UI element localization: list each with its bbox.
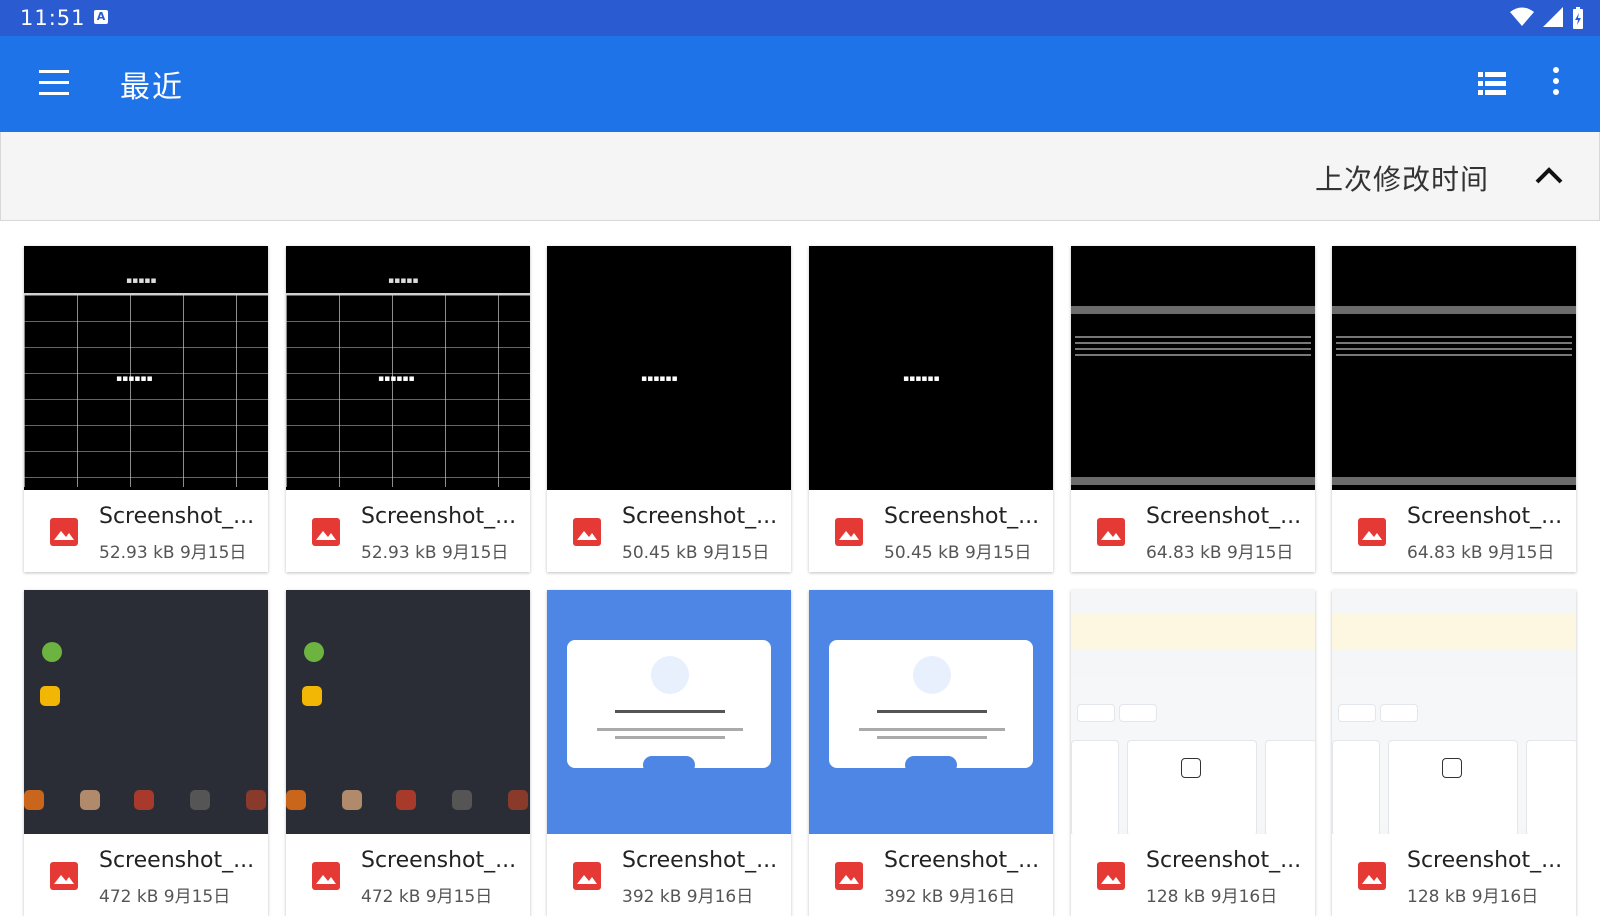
thumbnail-image: ▪▪▪▪▪ ▪▪▪▪▪▪ — [24, 246, 268, 490]
file-info: Screenshot_... 50.45 kB 9月15日 — [547, 490, 791, 572]
file-card[interactable]: Screenshot_... 392 kB 9月16日 — [547, 590, 791, 916]
file-name: Screenshot_... — [361, 848, 517, 873]
image-file-icon — [573, 518, 601, 546]
image-file-icon — [50, 862, 78, 890]
file-name: Screenshot_... — [884, 848, 1040, 873]
signal-icon — [1542, 7, 1563, 27]
thumbnail-image: ▪▪▪▪▪▪ — [809, 246, 1053, 490]
file-info: Screenshot_... 64.83 kB 9月15日 — [1071, 490, 1315, 572]
thumbnail-image — [24, 590, 268, 834]
sort-bar: 上次修改时间 — [0, 132, 1600, 221]
image-file-icon — [1358, 862, 1386, 890]
hamburger-menu-icon[interactable] — [30, 62, 78, 106]
file-card[interactable]: ▪▪▪▪▪ ▪▪▪▪▪▪ Screenshot_... 52.93 kB 9月15日 — [286, 246, 530, 572]
file-name: Screenshot_... — [1407, 504, 1563, 529]
file-card[interactable]: Screenshot_... 472 kB 9月15日 — [286, 590, 530, 916]
file-meta: 50.45 kB 9月15日 — [884, 543, 1032, 563]
file-name: Screenshot_... — [361, 504, 517, 529]
sort-by-label[interactable]: 上次修改时间 — [1315, 158, 1489, 198]
file-meta: 472 kB 9月15日 — [99, 887, 231, 907]
file-meta: 64.83 kB 9月15日 — [1146, 543, 1294, 563]
file-info: Screenshot_... 392 kB 9月16日 — [809, 834, 1053, 916]
thumbnail-image — [1071, 590, 1315, 834]
list-view-icon[interactable] — [1472, 66, 1512, 102]
image-file-icon — [50, 518, 78, 546]
file-name: Screenshot_... — [1146, 848, 1302, 873]
file-card[interactable]: Screenshot_... 472 kB 9月15日 — [24, 590, 268, 916]
status-time: 11:51 — [20, 6, 86, 30]
file-name: Screenshot_... — [99, 848, 255, 873]
file-card[interactable]: Screenshot_... 128 kB 9月16日 — [1332, 590, 1576, 916]
file-info: Screenshot_... 52.93 kB 9月15日 — [24, 490, 268, 572]
file-info: Screenshot_... 128 kB 9月16日 — [1332, 834, 1576, 916]
system-status-icons — [1506, 7, 1584, 29]
file-name: Screenshot_... — [1146, 504, 1302, 529]
file-meta: 472 kB 9月15日 — [361, 887, 493, 907]
chevron-up-icon[interactable] — [1529, 158, 1569, 194]
thumbnail-image — [286, 590, 530, 834]
file-meta: 392 kB 9月16日 — [622, 887, 754, 907]
file-meta: 128 kB 9月16日 — [1146, 887, 1278, 907]
file-card[interactable]: ▪▪▪▪▪ ▪▪▪▪▪▪ Screenshot_... 52.93 kB 9月15日 — [24, 246, 268, 572]
more-vert-icon[interactable] — [1542, 64, 1570, 104]
thumbnail-image: ▪▪▪▪▪▪ — [547, 246, 791, 490]
file-info: Screenshot_... 392 kB 9月16日 — [547, 834, 791, 916]
file-meta: 50.45 kB 9月15日 — [622, 543, 770, 563]
file-card[interactable]: ▪▪▪▪▪▪ Screenshot_... 50.45 kB 9月15日 — [547, 246, 791, 572]
notification-icon: A — [94, 10, 108, 24]
file-card[interactable]: Screenshot_... 128 kB 9月16日 — [1071, 590, 1315, 916]
file-meta: 64.83 kB 9月15日 — [1407, 543, 1555, 563]
image-file-icon — [312, 862, 340, 890]
image-file-icon — [312, 518, 340, 546]
thumbnail-image — [1332, 590, 1576, 834]
file-name: Screenshot_... — [99, 504, 255, 529]
status-bar: 11:51 A — [0, 0, 1600, 36]
file-card[interactable]: Screenshot_... 392 kB 9月16日 — [809, 590, 1053, 916]
file-info: Screenshot_... 50.45 kB 9月15日 — [809, 490, 1053, 572]
app-bar: 最近 — [0, 36, 1600, 132]
file-info: Screenshot_... 128 kB 9月16日 — [1071, 834, 1315, 916]
file-name: Screenshot_... — [622, 848, 778, 873]
image-file-icon — [1097, 862, 1125, 890]
file-card[interactable]: Screenshot_... 64.83 kB 9月15日 — [1071, 246, 1315, 572]
file-meta: 392 kB 9月16日 — [884, 887, 1016, 907]
page-title: 最近 — [120, 70, 184, 105]
thumbnail-image: ▪▪▪▪▪ ▪▪▪▪▪▪ — [286, 246, 530, 490]
file-meta: 52.93 kB 9月15日 — [361, 543, 509, 563]
file-name: Screenshot_... — [1407, 848, 1563, 873]
image-file-icon — [573, 862, 601, 890]
thumbnail-image — [1071, 246, 1315, 490]
thumbnail-image — [1332, 246, 1576, 490]
file-meta: 52.93 kB 9月15日 — [99, 543, 247, 563]
file-info: Screenshot_... 472 kB 9月15日 — [286, 834, 530, 916]
file-info: Screenshot_... 52.93 kB 9月15日 — [286, 490, 530, 572]
battery-icon — [1573, 7, 1583, 29]
image-file-icon — [835, 518, 863, 546]
file-card[interactable]: Screenshot_... 64.83 kB 9月15日 — [1332, 246, 1576, 572]
file-card[interactable]: ▪▪▪▪▪▪ Screenshot_... 50.45 kB 9月15日 — [809, 246, 1053, 572]
file-name: Screenshot_... — [884, 504, 1040, 529]
thumbnail-image — [809, 590, 1053, 834]
image-file-icon — [1097, 518, 1125, 546]
thumbnail-image — [547, 590, 791, 834]
image-file-icon — [1358, 518, 1386, 546]
image-file-icon — [835, 862, 863, 890]
file-info: Screenshot_... 64.83 kB 9月15日 — [1332, 490, 1576, 572]
wifi-icon — [1509, 7, 1534, 26]
file-info: Screenshot_... 472 kB 9月15日 — [24, 834, 268, 916]
file-name: Screenshot_... — [622, 504, 778, 529]
file-meta: 128 kB 9月16日 — [1407, 887, 1539, 907]
